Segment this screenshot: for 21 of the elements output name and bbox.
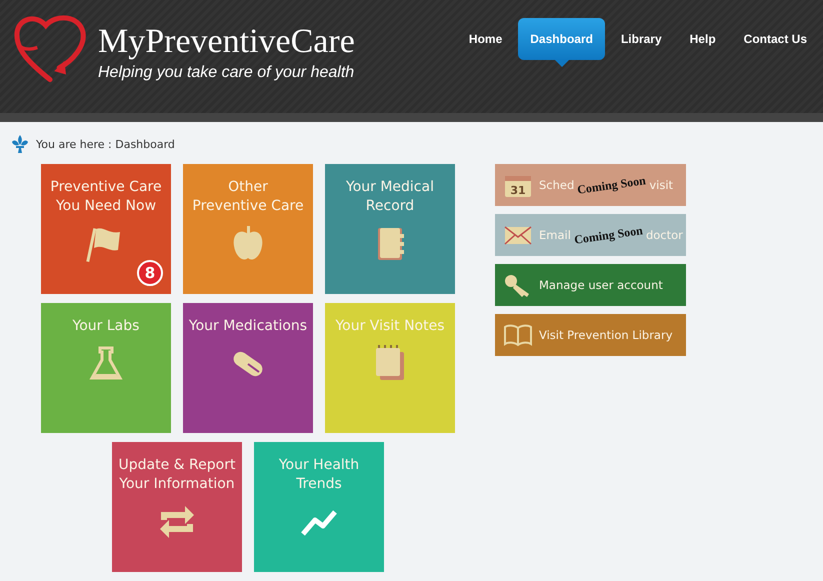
action-button[interactable]: Email Coming Soon doctor (495, 214, 686, 256)
dashboard-tile[interactable]: Preventive Care You Need Now 8 (41, 164, 171, 294)
nav-tab[interactable]: Dashboard (518, 18, 605, 60)
action-button[interactable]: Visit Prevention Library (495, 314, 686, 356)
dashboard-tile[interactable]: Update & Report Your Information (112, 442, 242, 572)
dashboard-tile[interactable]: Your Medical Record (325, 164, 455, 294)
dashboard-tile[interactable]: Your Medications (183, 303, 313, 433)
nav-tab[interactable]: Home (456, 18, 514, 60)
dashboard-tile[interactable]: Other Preventive Care (183, 164, 313, 294)
breadcrumb: You are here : Dashboard (36, 138, 175, 150)
tagline: Helping you take care of your health (98, 64, 355, 82)
nav-tab[interactable]: Help (678, 18, 728, 60)
coming-soon-label: Coming Soon (573, 222, 644, 248)
site-title: MyPreventiveCare (98, 24, 355, 60)
action-button[interactable]: Manage user account (495, 264, 686, 306)
nav-tab[interactable]: Contact Us (732, 18, 819, 60)
nav-tab[interactable]: Library (608, 18, 674, 60)
action-button[interactable]: 31 Sched Coming Soon visit (495, 164, 686, 206)
count-badge: 8 (137, 260, 163, 286)
dashboard-tile[interactable]: Your Labs (41, 303, 171, 433)
coming-soon-label: Coming Soon (576, 172, 648, 198)
